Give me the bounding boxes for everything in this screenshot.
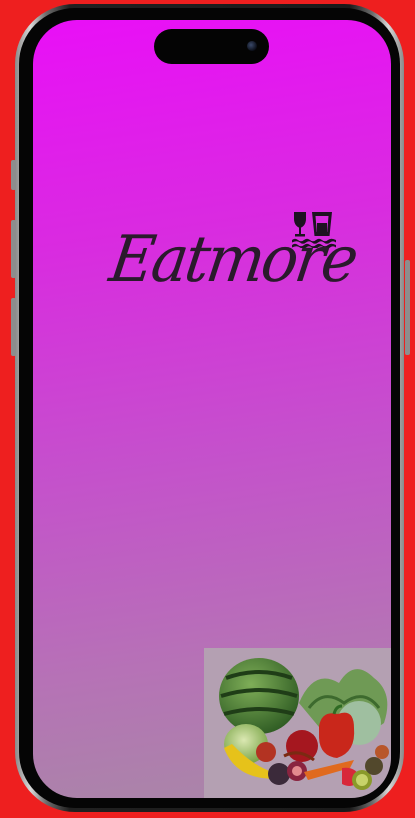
volume-down-button — [11, 298, 16, 356]
power-button — [405, 260, 410, 355]
brand-logo: Eatmore — [105, 222, 360, 312]
dynamic-island — [154, 29, 269, 64]
produce-image — [204, 648, 391, 798]
mute-switch — [11, 160, 16, 190]
produce-illustration — [219, 658, 389, 790]
volume-up-button — [11, 220, 16, 278]
front-camera — [247, 41, 257, 51]
brand-name: Eatmore — [105, 223, 361, 297]
